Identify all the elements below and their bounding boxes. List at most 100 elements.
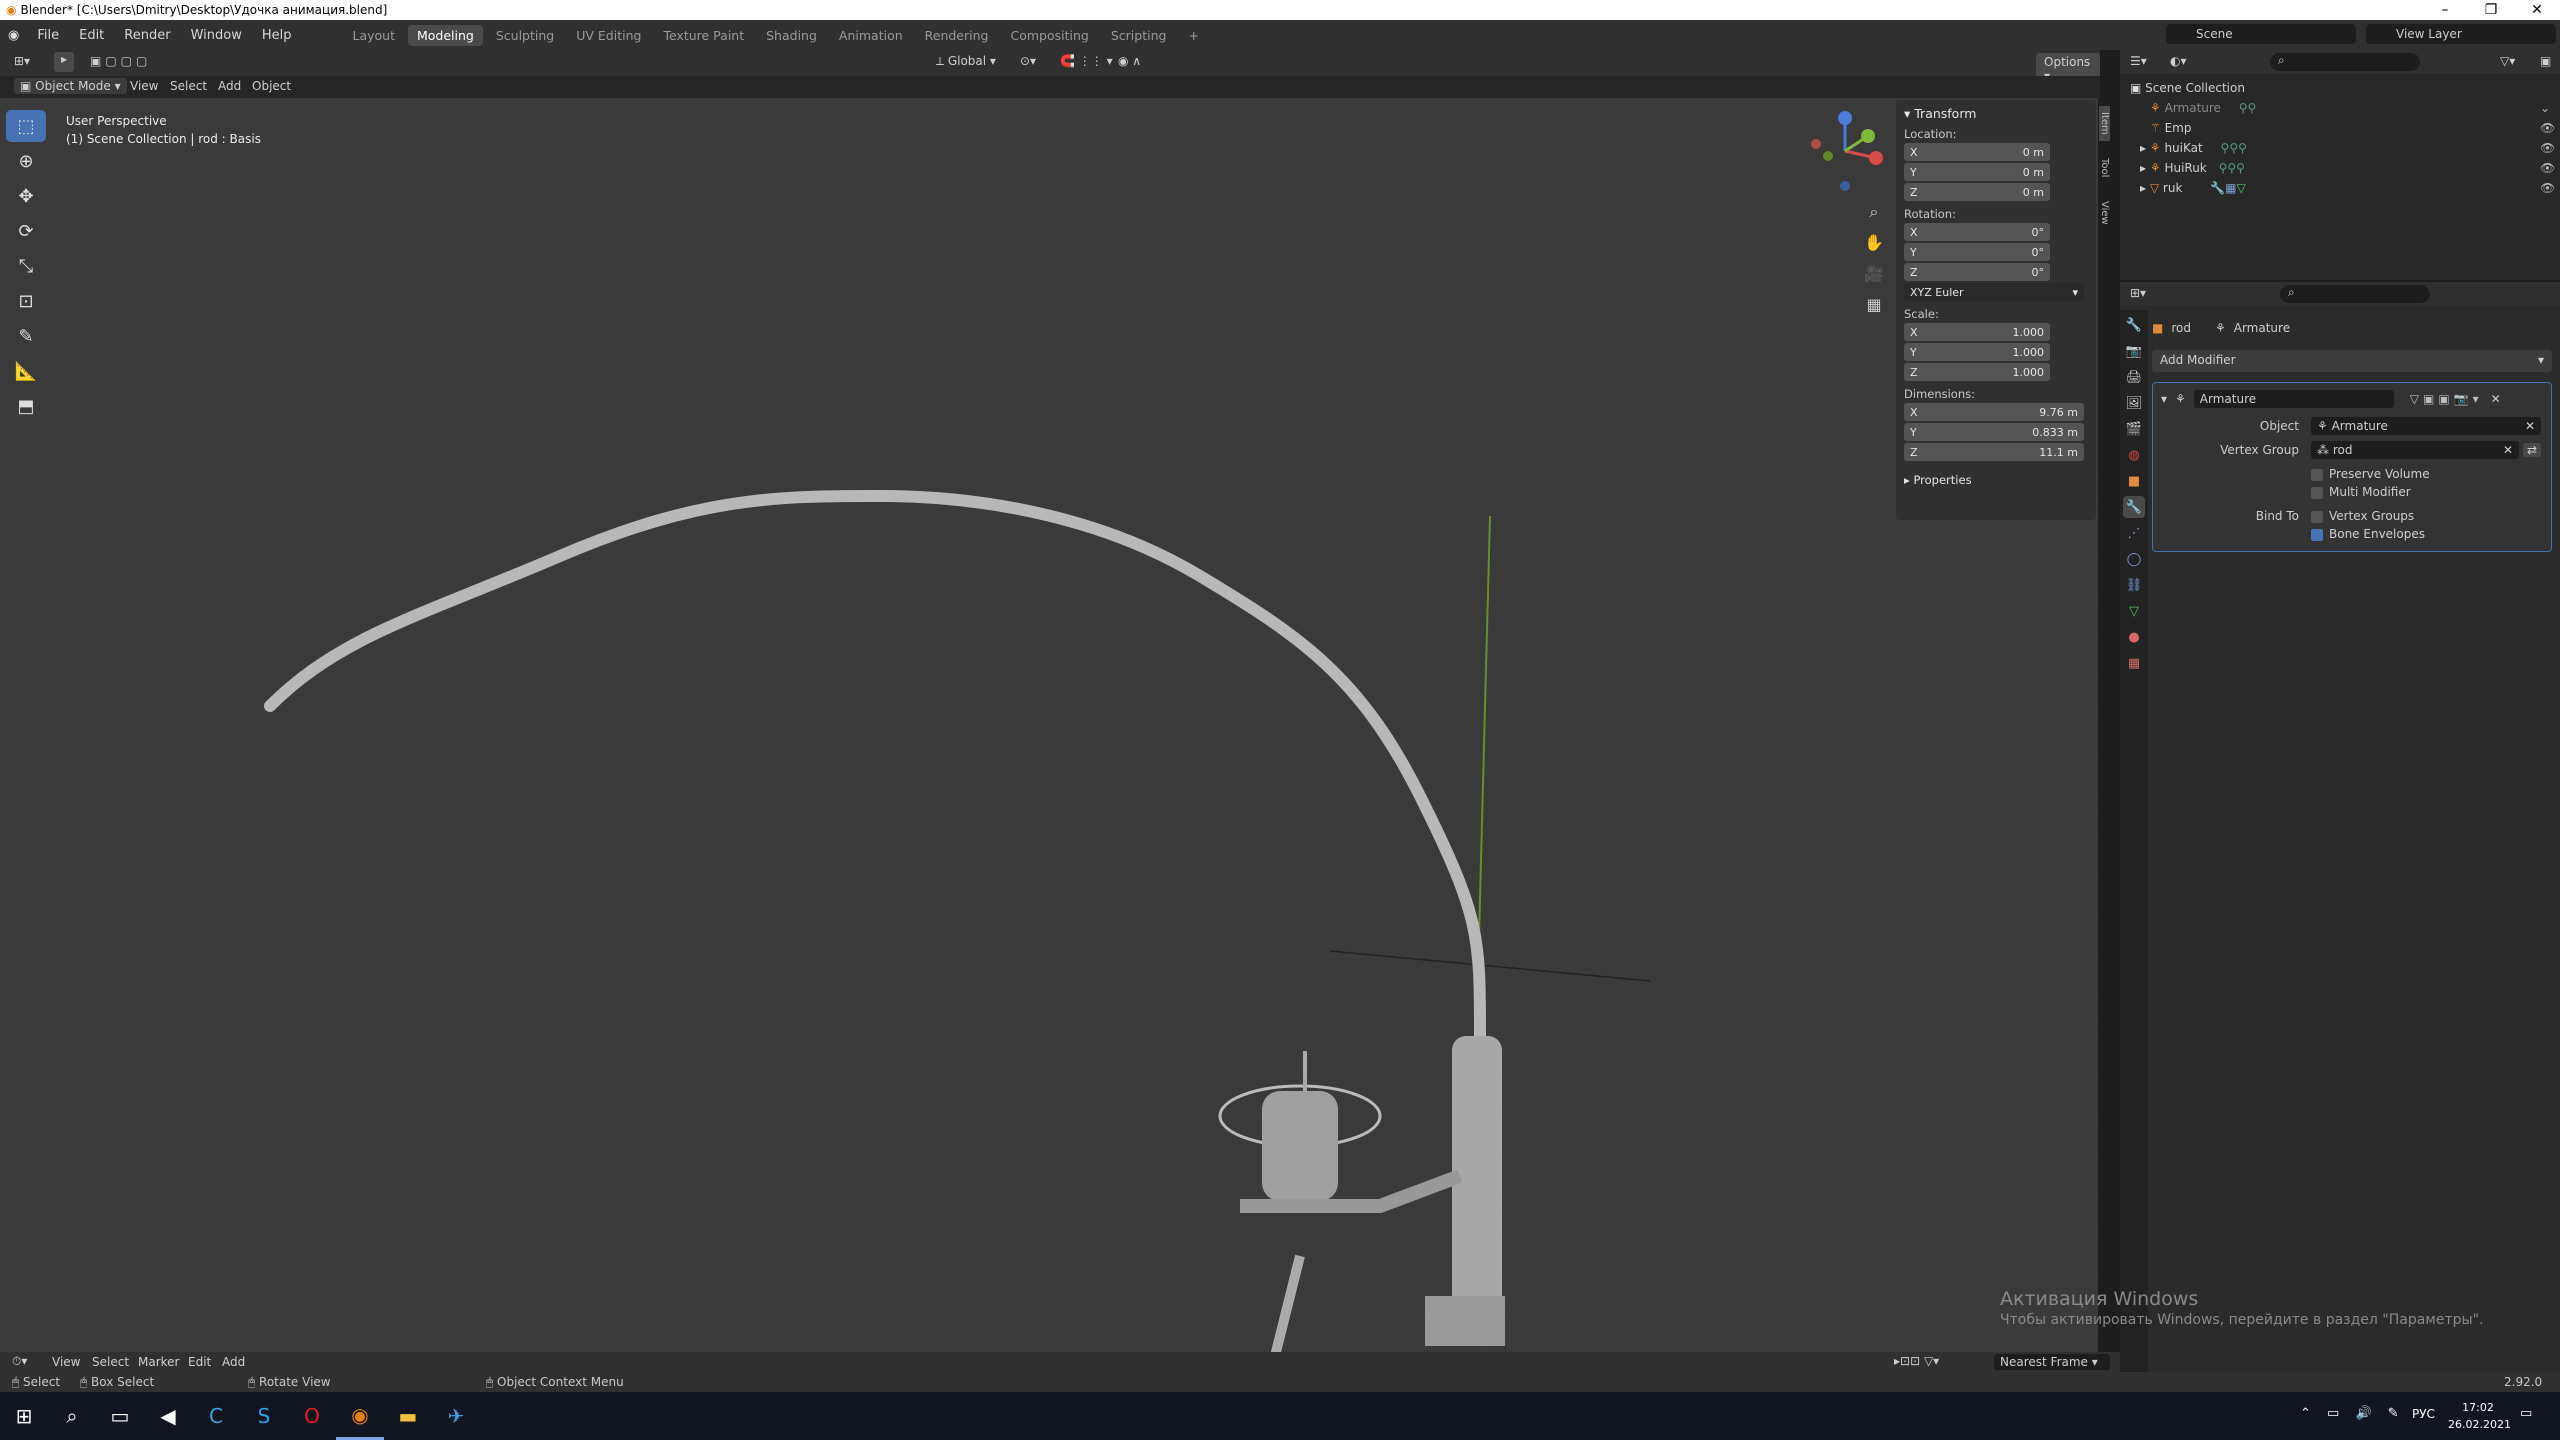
dimensions-x-field[interactable]: X 9.76 m xyxy=(1904,403,2084,421)
scene-selector[interactable]: Scene xyxy=(2166,24,2356,44)
scale-tool-icon[interactable]: ⤡ xyxy=(6,250,46,282)
render-tab-icon[interactable]: 📷 xyxy=(2123,340,2145,362)
eye-icon[interactable]: ⌄ xyxy=(2540,98,2550,118)
menu-render[interactable]: Render xyxy=(114,28,180,43)
annotate-tool-icon[interactable]: ✎ xyxy=(6,320,46,352)
select-mode-icon[interactable]: ▸ xyxy=(54,52,74,72)
tab-compositing[interactable]: Compositing xyxy=(1001,25,1097,46)
select-box-tool-icon[interactable]: ⬚ xyxy=(6,110,46,142)
menu-add[interactable]: Add xyxy=(218,79,241,93)
new-collection-icon[interactable]: ▣ xyxy=(2540,54,2551,68)
modifier-tab-icon[interactable]: 🔧 xyxy=(2123,496,2145,518)
snap-dropdown[interactable]: Nearest Frame ▾ xyxy=(1994,1354,2110,1370)
timeline-menu-add[interactable]: Add xyxy=(222,1355,245,1369)
scene-collection-row[interactable]: ▣ Scene Collection xyxy=(2130,78,2550,98)
timeline-menu-select[interactable]: Select xyxy=(92,1355,129,1369)
properties-search-input[interactable]: ⌕ xyxy=(2280,285,2430,303)
outliner-item-huikat[interactable]: ▸ ⚘ huiKat ⚲⚲⚲ 👁 xyxy=(2130,138,2555,158)
rotate-tool-icon[interactable]: ⟳ xyxy=(6,215,46,247)
view-layer-tab-icon[interactable]: 🖼 xyxy=(2123,392,2145,414)
windows-start-icon[interactable]: ⊞ xyxy=(0,1392,48,1440)
remove-modifier-icon[interactable]: ✕ xyxy=(2491,392,2501,406)
menu-view[interactable]: View xyxy=(130,79,158,93)
timeline-menu-marker[interactable]: Marker xyxy=(138,1355,179,1369)
dimensions-z-field[interactable]: Z 11.1 m xyxy=(1904,443,2084,461)
tab-sculpting[interactable]: Sculpting xyxy=(487,25,563,46)
outliner-search-input[interactable]: ⌕ xyxy=(2270,53,2420,71)
measure-tool-icon[interactable]: 📐 xyxy=(6,355,46,387)
preserve-volume-checkbox[interactable] xyxy=(2311,468,2323,481)
menu-select[interactable]: Select xyxy=(170,79,207,93)
menu-edit[interactable]: Edit xyxy=(69,28,114,43)
menu-window[interactable]: Window xyxy=(181,28,252,43)
eye-icon[interactable]: 👁 xyxy=(2540,118,2555,138)
task-view-icon[interactable]: ▭ xyxy=(96,1392,144,1440)
constraints-tab-icon[interactable]: ⛓ xyxy=(2123,574,2145,596)
transform-orientation[interactable]: ⟂ Global ▾ xyxy=(936,54,996,69)
tab-item[interactable]: Item xyxy=(2099,106,2110,141)
menu-file[interactable]: File xyxy=(27,28,69,43)
timeline-editor-icon[interactable]: ⏱▾ xyxy=(12,1354,27,1369)
multi-modifier-row[interactable]: Multi Modifier xyxy=(2161,485,2543,499)
skype-icon[interactable]: S xyxy=(240,1392,288,1440)
pivot-icon[interactable]: ⊙▾ xyxy=(1020,54,1036,68)
tool-tab-icon[interactable]: 🔧 xyxy=(2123,314,2145,336)
proportional-edit-icon[interactable]: ◉ ∧ xyxy=(1118,54,1141,68)
scale-z-field[interactable]: Z 1.000 xyxy=(1904,363,2050,381)
tab-shading[interactable]: Shading xyxy=(757,25,826,46)
zoom-icon[interactable]: ⌕ xyxy=(1862,196,1886,227)
rotation-y-field[interactable]: Y 0° xyxy=(1904,243,2050,261)
vertex-groups-option[interactable]: Vertex Groups xyxy=(2311,509,2414,523)
tab-modeling[interactable]: Modeling xyxy=(407,24,483,46)
blender-menu-icon[interactable]: ◉ xyxy=(0,28,27,43)
dimensions-y-field[interactable]: Y 0.833 m xyxy=(1904,423,2084,441)
world-tab-icon[interactable]: ◍ xyxy=(2123,444,2145,466)
invert-vertex-group-icon[interactable]: ⇄ xyxy=(2523,443,2542,457)
view-layer-selector[interactable]: View Layer xyxy=(2366,24,2556,44)
outliner-item-ruk[interactable]: ▸ ▽ ruk 🔧▦▽ 👁 xyxy=(2130,178,2555,198)
keying-icons[interactable]: ▸⊡⊡ ▽▾ xyxy=(1894,1354,1939,1368)
object-field[interactable]: ⚘ Armature ✕ xyxy=(2311,417,2541,435)
transform-tool-icon[interactable]: ⊡ xyxy=(6,285,46,317)
add-workspace-button[interactable]: + xyxy=(1179,25,1207,46)
modifier-toggle-icons[interactable]: ▽▣▣📷▾ xyxy=(2410,392,2483,406)
3d-viewport[interactable]: User Perspective (1) Scene Collection | … xyxy=(0,76,2098,1352)
collapse-icon[interactable]: ▾ xyxy=(2161,392,2167,406)
tab-uv-editing[interactable]: UV Editing xyxy=(567,25,650,46)
properties-panel-header[interactable]: ▸ Properties xyxy=(1904,473,2088,487)
move-tool-icon[interactable]: ✥ xyxy=(6,180,46,212)
rotation-x-field[interactable]: X 0° xyxy=(1904,223,2050,241)
cursor-tool-icon[interactable]: ⊕ xyxy=(6,145,46,177)
physics-tab-icon[interactable]: ◯ xyxy=(2123,548,2145,570)
pan-hand-icon[interactable]: ✋ xyxy=(1862,227,1886,258)
editor-type-icon[interactable]: ⊞▾ xyxy=(14,54,30,68)
eye-icon[interactable]: 👁 xyxy=(2540,138,2555,158)
scale-x-field[interactable]: X 1.000 xyxy=(1904,323,2050,341)
properties-editor-icon[interactable]: ⊞▾ xyxy=(2130,286,2146,300)
tab-tool[interactable]: Tool xyxy=(2099,152,2110,183)
object-mode-dropdown[interactable]: ▣ Object Mode ▾ xyxy=(14,78,127,94)
scale-y-field[interactable]: Y 1.000 xyxy=(1904,343,2050,361)
search-icon[interactable]: ⌕ xyxy=(48,1392,96,1440)
rotation-mode-dropdown[interactable]: XYZ Euler ▾ xyxy=(1904,283,2084,301)
add-cube-tool-icon[interactable]: ⬒ xyxy=(6,390,46,422)
outliner-item-emp[interactable]: ⚚ Emp 👁 xyxy=(2130,118,2555,138)
bone-envelopes-row[interactable]: Bone Envelopes xyxy=(2161,527,2543,541)
outliner-editor-icon[interactable]: ☰▾ xyxy=(2130,54,2147,68)
tab-animation[interactable]: Animation xyxy=(830,25,912,46)
bone-envelopes-checkbox[interactable] xyxy=(2311,528,2323,541)
vertex-groups-checkbox[interactable] xyxy=(2311,510,2323,523)
display-mode-icon[interactable]: ◐▾ xyxy=(2170,54,2187,68)
output-tab-icon[interactable]: 🖨 xyxy=(2123,366,2145,388)
modifier-name-field[interactable]: Armature xyxy=(2193,390,2394,408)
reel-spool-mesh[interactable] xyxy=(1262,1091,1338,1201)
preserve-volume-row[interactable]: Preserve Volume xyxy=(2161,467,2543,481)
tab-scripting[interactable]: Scripting xyxy=(1102,25,1176,46)
clear-icon[interactable]: ✕ xyxy=(2503,443,2513,457)
scene-tab-icon[interactable]: 🎬 xyxy=(2123,418,2145,440)
camera-icon[interactable]: 🎥 xyxy=(1862,258,1886,289)
menu-help[interactable]: Help xyxy=(252,28,302,43)
tab-rendering[interactable]: Rendering xyxy=(916,25,998,46)
app-icon-1[interactable]: ◀ xyxy=(144,1392,192,1440)
ccleaner-icon[interactable]: C xyxy=(192,1392,240,1440)
